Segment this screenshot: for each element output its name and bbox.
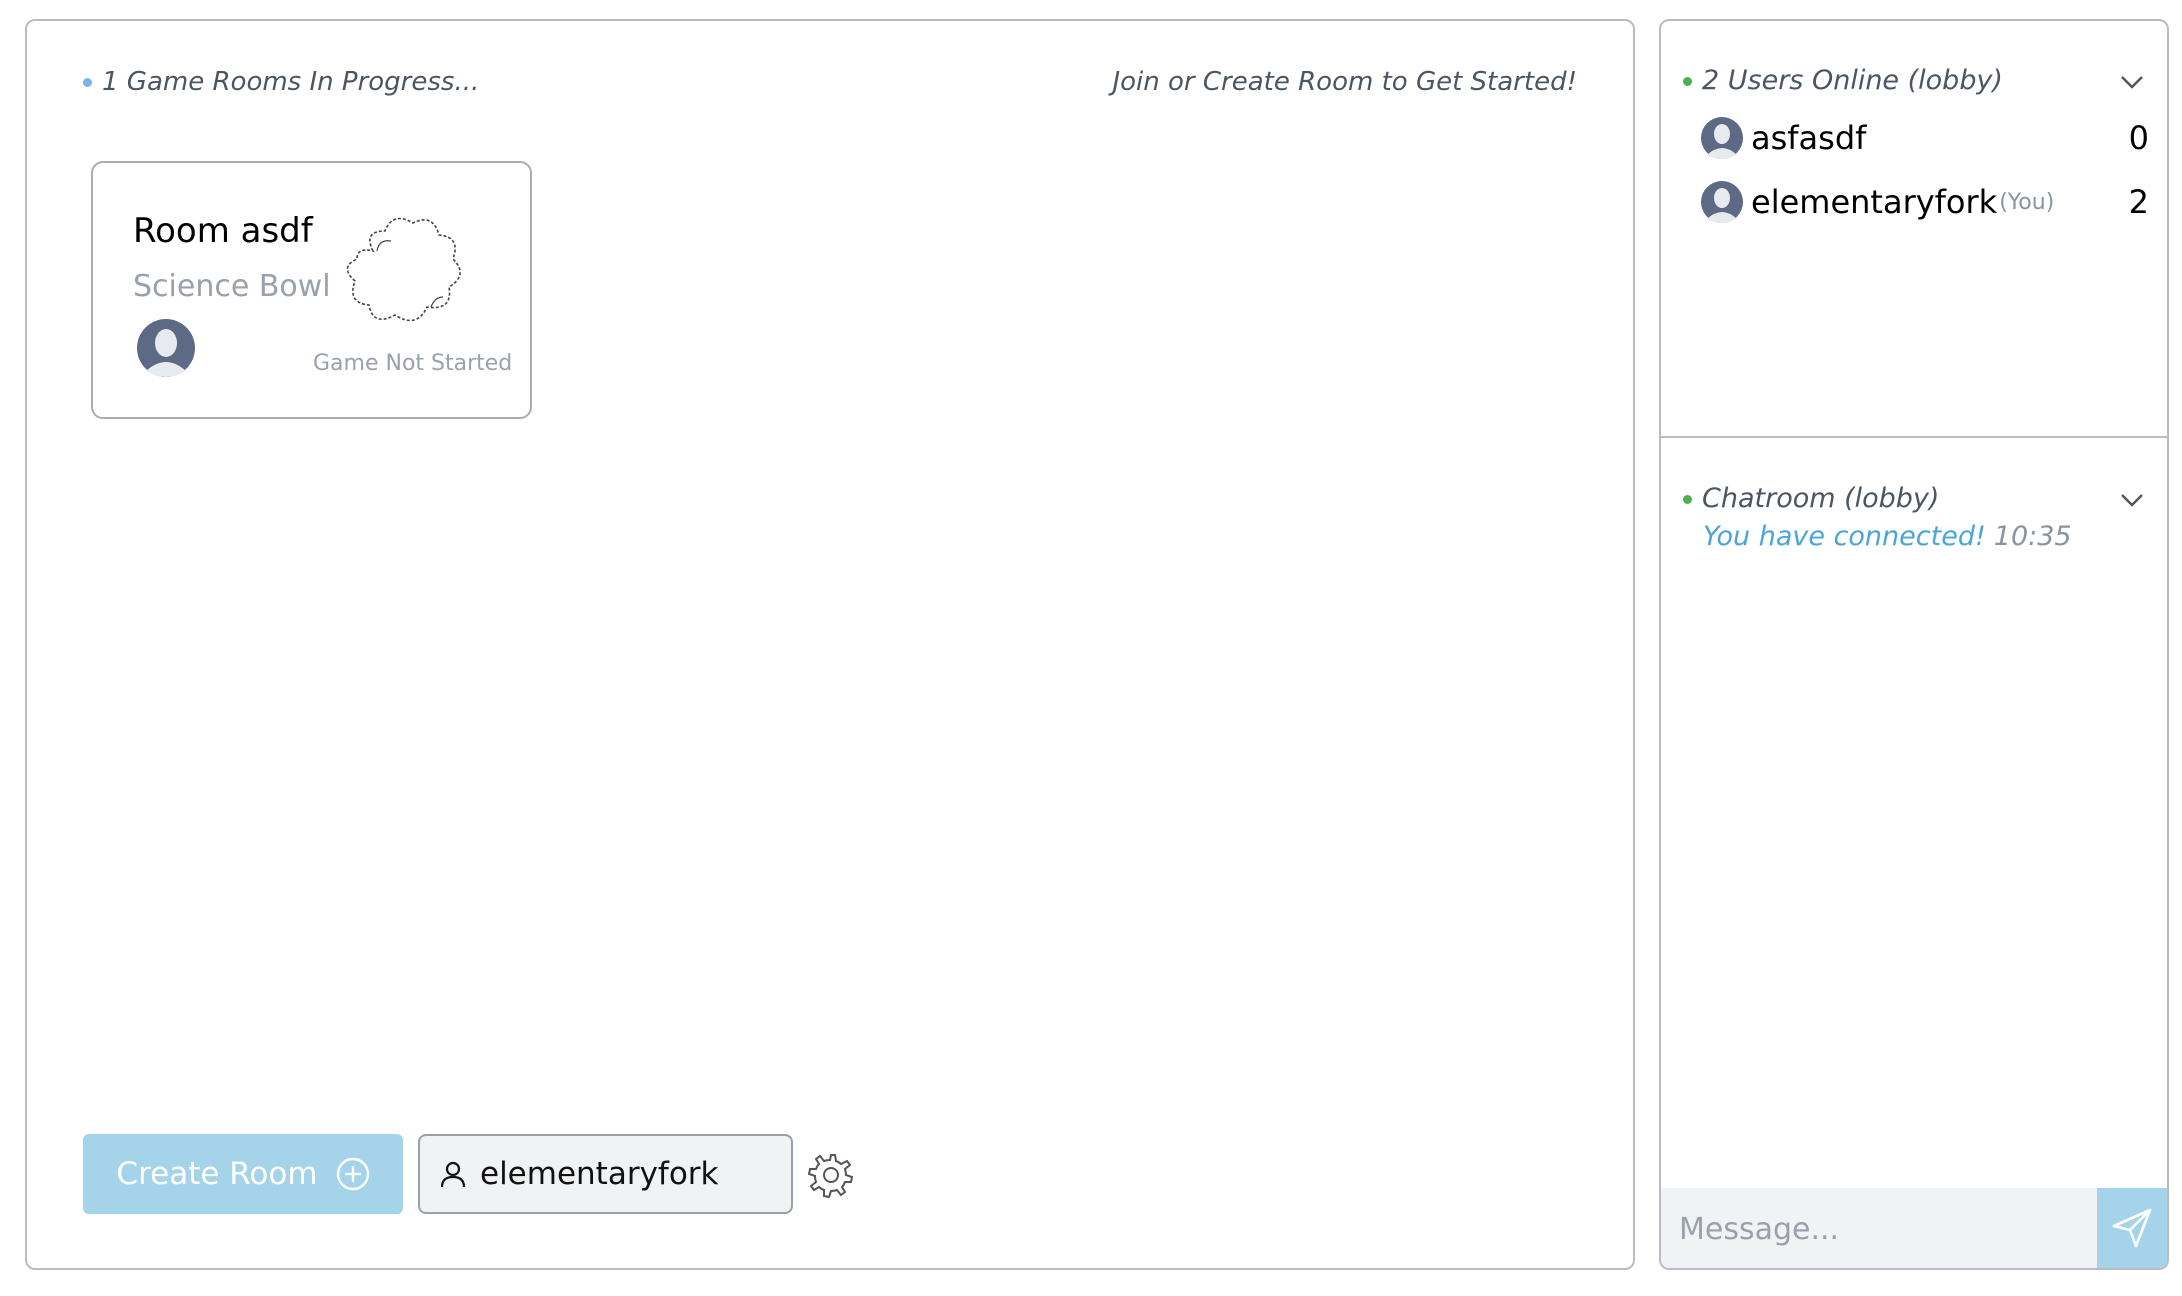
users-heading-text: 2 Users Online (lobby): [1702, 65, 2003, 96]
online-dot: [1683, 495, 1692, 504]
status-dot: [83, 78, 92, 87]
username-input[interactable]: [480, 1156, 780, 1192]
chevron-down-icon[interactable]: [2119, 491, 2145, 509]
user-list-item: elementaryfork (You) 2: [1701, 180, 2149, 224]
plus-circle-icon: [336, 1157, 369, 1191]
panel-divider: [1661, 436, 2167, 438]
send-icon: [2112, 1208, 2152, 1248]
user-score: 0: [2128, 119, 2149, 157]
player-avatar-icon: [137, 319, 195, 377]
gear-icon[interactable]: [807, 1151, 855, 1199]
user-icon: [440, 1161, 466, 1188]
user-list-item: asfasdf 0: [1701, 116, 2149, 160]
message-bar: [1661, 1188, 2167, 1268]
room-game-state: Game Not Started: [313, 351, 513, 376]
user-avatar-icon: [1701, 117, 1743, 159]
room-doodle-cloud-icon: [346, 217, 461, 322]
lobby-panel: 1 Game Rooms In Progress... Join or Crea…: [25, 19, 1635, 1270]
chat-message-time: 10:35: [1993, 521, 2072, 552]
create-room-button[interactable]: Create Room: [83, 1134, 403, 1214]
user-name: asfasdf: [1751, 119, 1867, 157]
create-room-label: Create Room: [116, 1156, 318, 1192]
send-button[interactable]: [2097, 1188, 2167, 1268]
online-dot: [1683, 77, 1692, 86]
chatroom-heading: Chatroom (lobby): [1683, 483, 1939, 514]
chat-message: You have connected! 10:35: [1703, 521, 2072, 552]
user-name: elementaryfork: [1751, 183, 1998, 221]
room-card[interactable]: Room asdf Science Bowl Game Not Started: [91, 161, 532, 419]
rooms-status-text: 1 Game Rooms In Progress...: [102, 67, 480, 97]
user-score: 2: [2128, 183, 2149, 221]
chatroom-heading-text: Chatroom (lobby): [1702, 483, 1940, 514]
chat-message-text: You have connected!: [1703, 521, 1986, 552]
chevron-down-icon[interactable]: [2119, 73, 2145, 91]
room-name: Room asdf: [133, 211, 313, 251]
user-avatar-icon: [1701, 181, 1743, 223]
users-online-heading: 2 Users Online (lobby): [1683, 65, 2003, 96]
room-category: Science Bowl: [133, 269, 331, 304]
username-field[interactable]: [418, 1134, 793, 1214]
side-panel: 2 Users Online (lobby) asfasdf 0 element…: [1659, 19, 2169, 1270]
you-tag: (You): [1999, 189, 2055, 215]
message-input[interactable]: [1677, 1188, 2081, 1268]
rooms-in-progress-status: 1 Game Rooms In Progress...: [83, 67, 479, 97]
join-hint: Join or Create Room to Get Started!: [1112, 67, 1577, 97]
